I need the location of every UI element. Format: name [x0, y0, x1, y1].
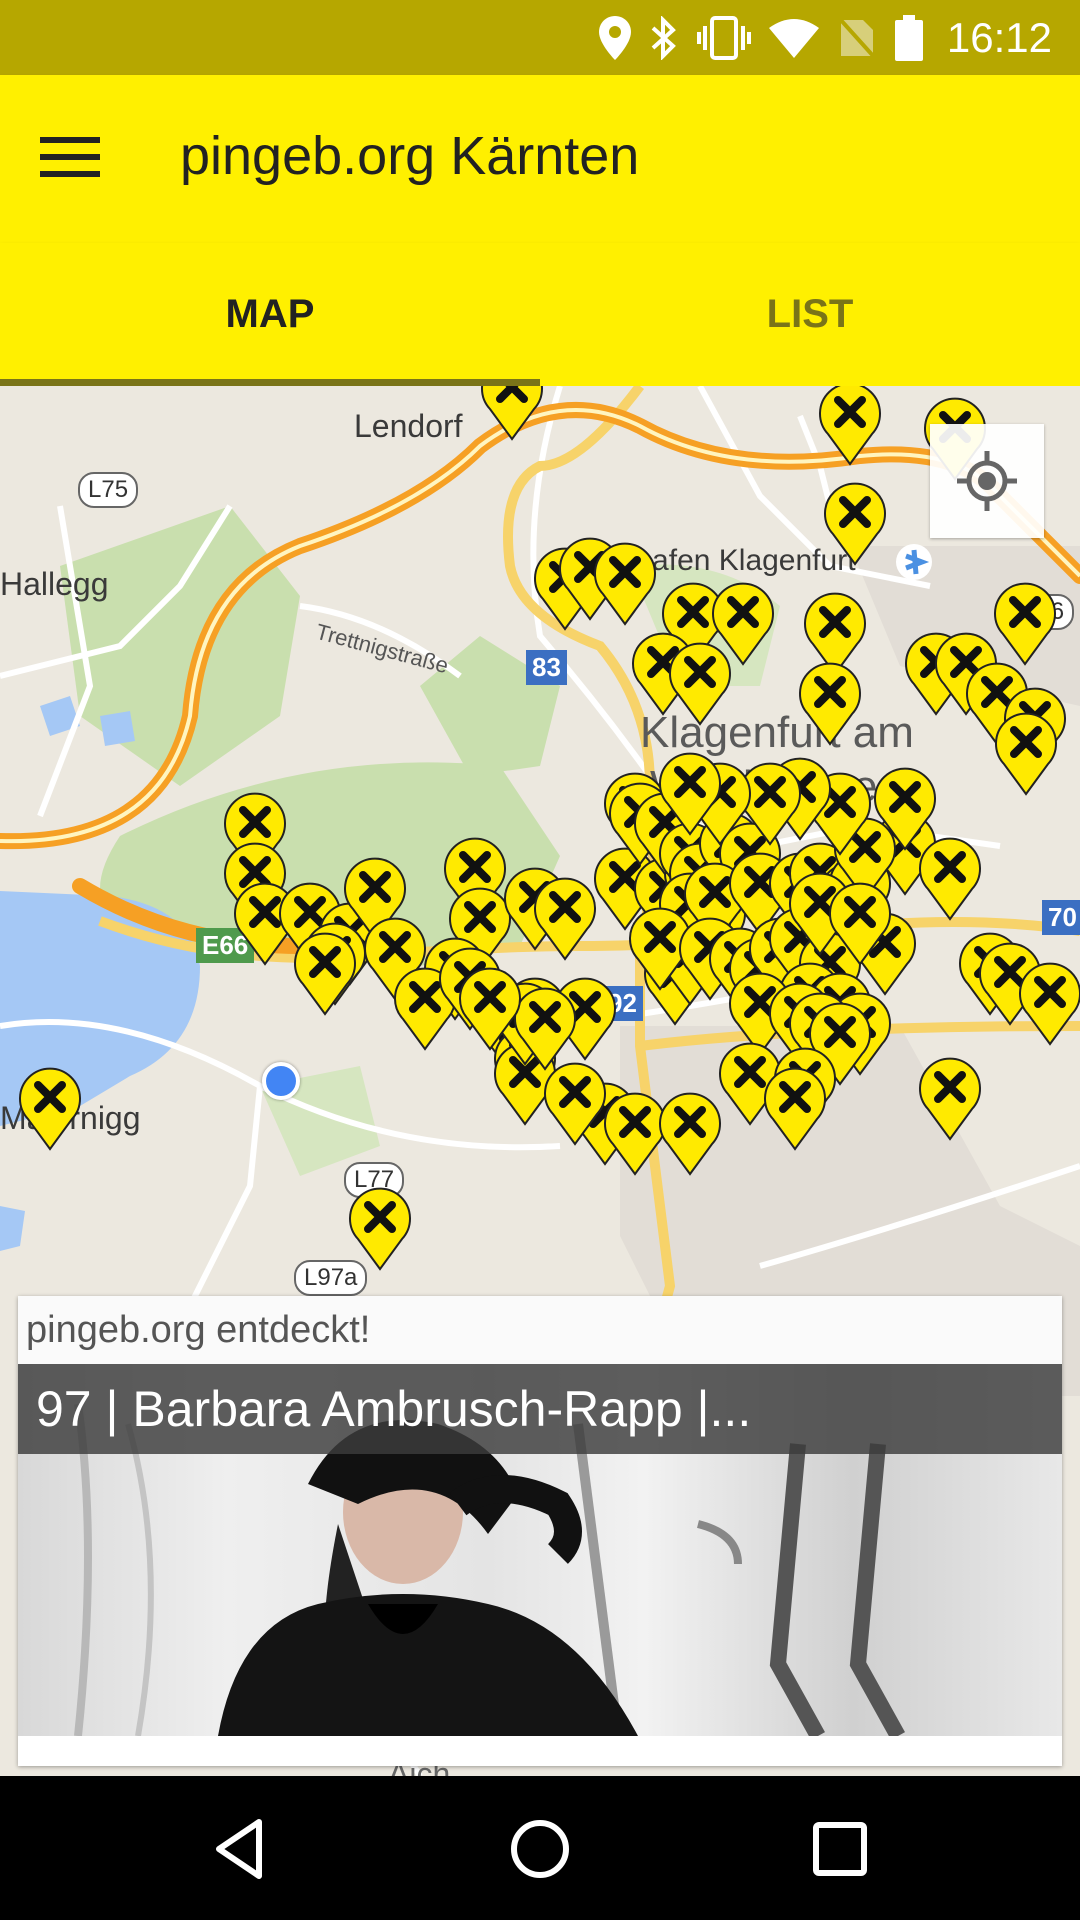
map-pin-marker[interactable]: [658, 1092, 722, 1176]
home-icon[interactable]: [505, 1814, 575, 1884]
map-pin-marker[interactable]: [480, 386, 544, 441]
app-bar: pingeb.org Kärnten: [0, 75, 1080, 243]
no-sim-icon: [837, 16, 877, 59]
wifi-icon: [768, 18, 819, 58]
status-icons: 16:12: [598, 0, 1052, 75]
status-time: 16:12: [946, 13, 1052, 61]
road-shield-83: 83: [526, 650, 567, 685]
map-pin-marker[interactable]: [993, 582, 1057, 666]
map-pin-marker[interactable]: [918, 1057, 982, 1141]
tab-bar: MAP LIST: [0, 243, 1080, 386]
card-caption: 97 | Barbara Ambrusch-Rapp |...: [18, 1364, 1062, 1454]
map-label-hallegg: Hallegg: [0, 566, 109, 602]
card-header: pingeb.org entdeckt!: [18, 1296, 1062, 1364]
card-image: 97 | Barbara Ambrusch-Rapp |...: [18, 1364, 1062, 1736]
map-pin-marker[interactable]: [348, 1187, 412, 1271]
map-pin-marker[interactable]: [513, 987, 577, 1071]
road-shield-l75: L75: [78, 472, 139, 508]
map-pin-marker[interactable]: [763, 1067, 827, 1151]
battery-icon: [894, 14, 923, 61]
map-pin-marker[interactable]: [828, 882, 892, 966]
map-pin-marker[interactable]: [533, 877, 597, 961]
map-pin-marker[interactable]: [1018, 962, 1080, 1046]
map-pin-marker[interactable]: [458, 967, 522, 1051]
map-pin-marker[interactable]: [994, 712, 1058, 796]
map-pin-marker[interactable]: [18, 1067, 82, 1151]
map-label-lendorf: Lendorf: [354, 408, 463, 444]
my-location-icon[interactable]: [930, 424, 1044, 538]
status-bar: 16:12: [0, 0, 1080, 75]
vibrate-icon: [696, 15, 751, 60]
system-nav-bar: [0, 1776, 1080, 1920]
road-shield-70: 70: [1042, 900, 1080, 935]
bluetooth-icon: [651, 15, 676, 60]
user-location-dot: [262, 1062, 300, 1100]
tab-list-label: LIST: [766, 292, 854, 336]
recents-icon[interactable]: [805, 1814, 875, 1884]
tab-indicator: [0, 379, 540, 386]
map-pin-marker[interactable]: [873, 767, 937, 851]
map-pin-marker[interactable]: [818, 386, 882, 466]
app-title: pingeb.org Kärnten: [180, 126, 640, 186]
location-icon: [598, 15, 631, 60]
tab-map[interactable]: MAP: [0, 243, 540, 386]
map-pin-marker[interactable]: [823, 482, 887, 566]
map-pin-marker[interactable]: [798, 662, 862, 746]
tab-list[interactable]: LIST: [540, 243, 1080, 386]
back-icon[interactable]: [205, 1814, 275, 1884]
discovery-card[interactable]: pingeb.org entdeckt! 97 | Barbara Ambrus…: [18, 1296, 1062, 1766]
map-pin-marker[interactable]: [543, 1062, 607, 1146]
map-pin-marker[interactable]: [658, 752, 722, 836]
map-pin-marker[interactable]: [593, 542, 657, 626]
hamburger-menu-icon[interactable]: [40, 125, 128, 193]
map-pin-marker[interactable]: [668, 642, 732, 726]
tab-map-label: MAP: [225, 292, 315, 336]
map-pin-marker[interactable]: [293, 932, 357, 1016]
